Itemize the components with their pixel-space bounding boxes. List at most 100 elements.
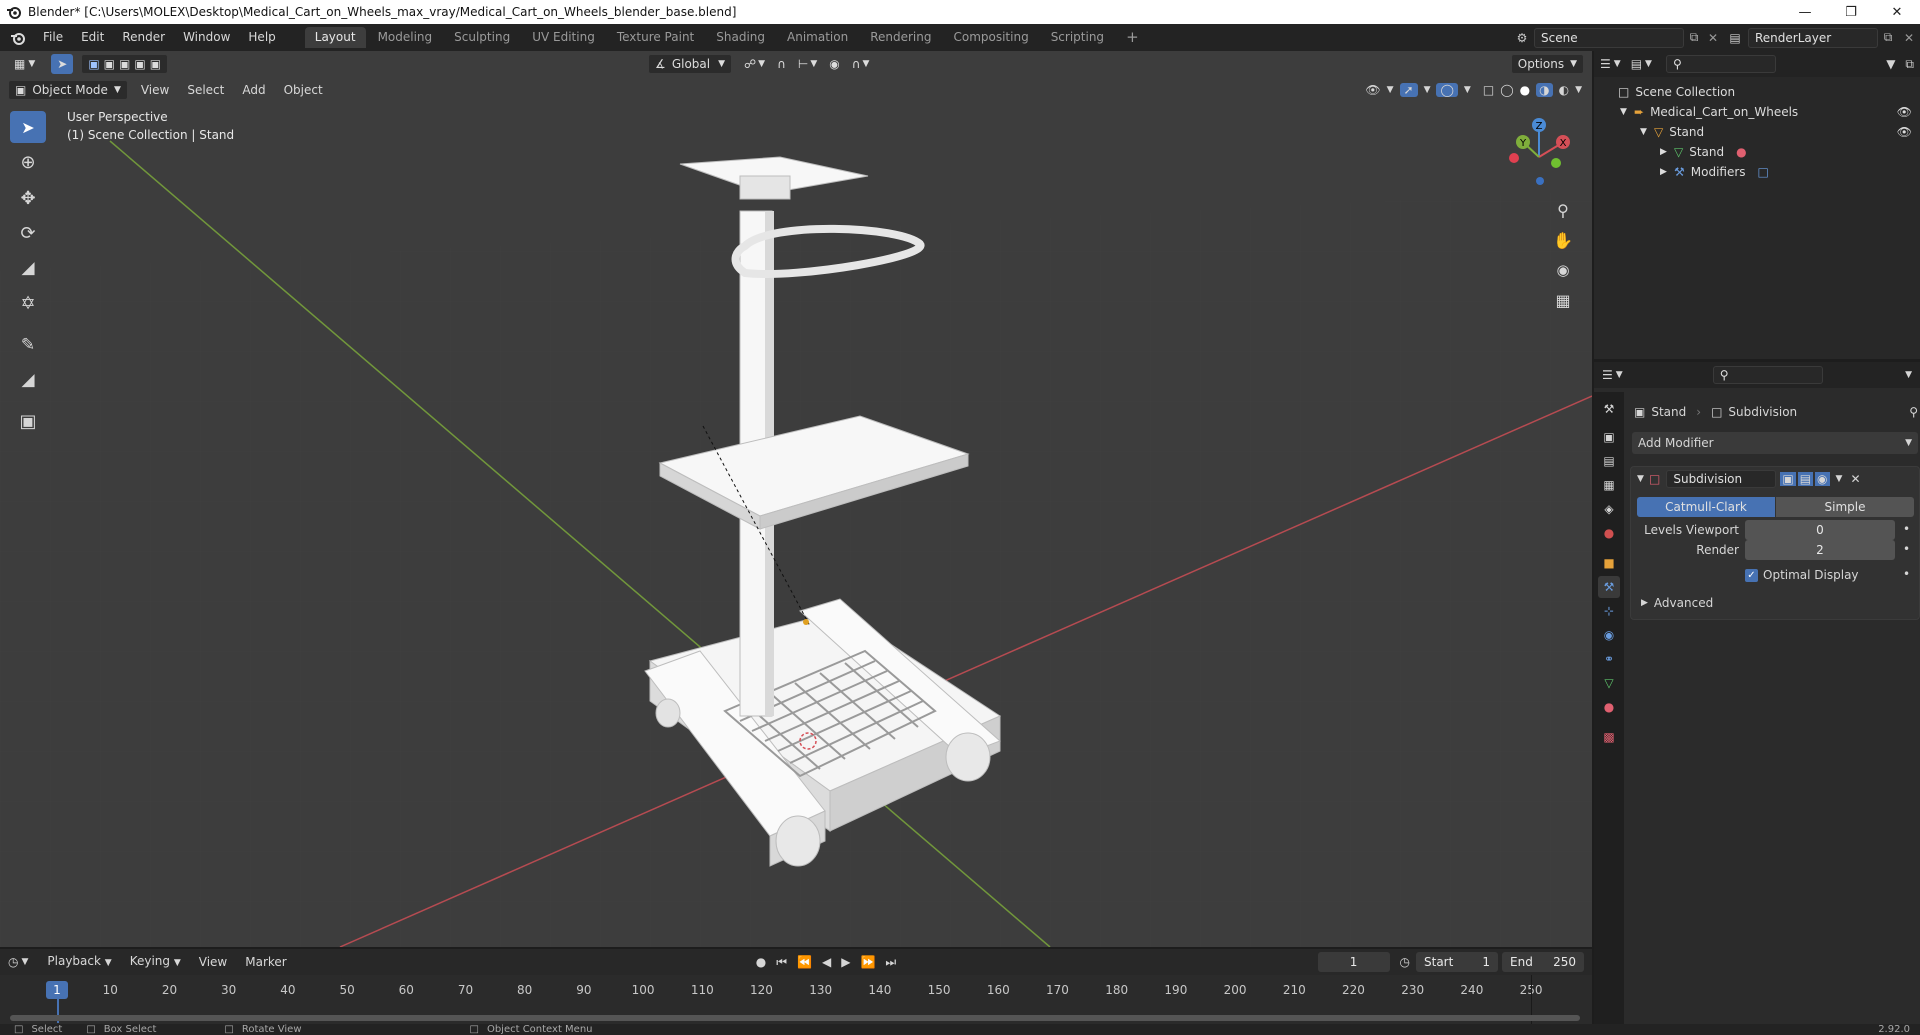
start-frame-field[interactable]: Start 1 [1416,952,1498,972]
tab-tool[interactable]: ⚒ [1598,398,1620,420]
overlays-toggle-icon[interactable]: ◯ [1436,83,1458,97]
expand-right-icon[interactable]: ▶ [1660,147,1674,157]
outliner-editor-icon[interactable]: ☰ [1600,57,1611,71]
current-frame-field[interactable]: 1 [1317,952,1390,972]
scene-field[interactable]: Scene [1534,27,1684,48]
wireframe-shading-icon[interactable]: ◯ [1500,83,1513,97]
menu-render[interactable]: Render [113,24,174,51]
timeline-scrollbar[interactable] [10,1015,1580,1021]
measure-tool[interactable]: ◢ [10,364,46,396]
tab-render[interactable]: ▣ [1598,426,1620,448]
jump-start-icon[interactable]: ⏮ [776,955,787,970]
expand-down-icon[interactable]: ▼ [1620,107,1634,117]
advanced-subpanel-toggle[interactable]: ▶ Advanced [1641,593,1713,613]
falloff-button[interactable]: ∩ ▼ [846,54,876,74]
keyframe-dot-icon[interactable]: • [1903,542,1910,556]
select-new-icon[interactable]: ▣ [88,57,99,71]
tab-physics[interactable]: ◉ [1598,624,1620,646]
3d-viewport[interactable]: ▦ ▼ ➤ ▣ ▣ ▣ ▣ ▣ ∡ Global ▼ ☍ ▼ ∩ ⊢ ▼ ◉ ∩ ▼ O… [0,51,1592,947]
proportional-edit-button[interactable]: ◉ [823,54,845,74]
timeline-editor-icon[interactable]: ◷ [8,955,18,969]
add-modifier-dropdown[interactable]: Add Modifier ▼ [1632,432,1918,454]
outliner-item-collection[interactable]: ▼ ➨ Medical_Cart_on_Wheels 👁 [1594,102,1920,122]
new-collection-icon[interactable]: ⧉ [1905,57,1914,72]
xray-toggle-icon[interactable]: □ [1483,83,1494,97]
tab-rendering[interactable]: Rendering [860,27,941,48]
properties-editor-icon[interactable]: ☰ [1602,368,1613,382]
stopwatch-icon[interactable]: ◷ [1400,955,1410,969]
delete-scene-icon[interactable]: ✕ [1704,31,1722,45]
chevron-down-icon[interactable]: ▼ [1836,474,1843,484]
navigation-gizmo[interactable]: Z X Y [1500,113,1578,195]
object-mode-dropdown[interactable]: ▣ Object Mode ▼ [8,80,128,100]
delete-layer-icon[interactable]: ✕ [1898,31,1920,45]
viewport-menu-object[interactable]: Object [275,77,332,104]
viewport-menu-select[interactable]: Select [178,77,233,104]
tab-texture[interactable]: ▩ [1598,726,1620,748]
add-cube-tool[interactable]: ▣ [10,405,46,437]
select-mode-button[interactable]: ➤ [51,54,74,74]
tab-scene[interactable]: ◈ [1598,498,1620,520]
expand-down-icon[interactable]: ▼ [1640,127,1654,137]
select-extend-icon[interactable]: ▣ [104,57,115,71]
rendered-shading-icon[interactable]: ◐ [1559,83,1569,97]
viewport-toggle-icon[interactable]: ▤ [1797,472,1814,486]
menu-edit[interactable]: Edit [72,24,113,51]
modifier-name-field[interactable]: Subdivision [1666,470,1777,488]
cursor-tool[interactable]: ⊕ [10,146,46,178]
outliner-scene-collection[interactable]: □ Scene Collection [1594,82,1920,102]
restore-button[interactable]: ❐ [1828,0,1874,24]
selection-modes[interactable]: ▣ ▣ ▣ ▣ ▣ [81,54,169,74]
new-layer-icon[interactable]: ⧉ [1878,30,1898,45]
ortho-toggle-button[interactable]: ▦ [1549,286,1577,314]
keyframe-dot-icon[interactable]: • [1903,567,1910,581]
visibility-eye-icon[interactable]: 👁 [1897,105,1912,119]
keyframe-dot-icon[interactable]: • [1903,522,1910,536]
rotate-tool[interactable]: ⟳ [10,217,46,249]
snap-target-button[interactable]: ⊢ ▼ [792,54,823,74]
outliner-item-stand-mesh[interactable]: ▶ ▽ Stand ● [1594,142,1920,162]
tab-modeling[interactable]: Modeling [368,27,443,48]
optimal-display-checkbox[interactable]: ✓ [1745,568,1758,582]
levels-viewport-field[interactable]: 0 [1745,520,1895,540]
tab-data[interactable]: ▽ [1598,672,1620,694]
play-icon[interactable]: ▶ [841,955,850,969]
pan-view-button[interactable]: ✋ [1549,226,1577,254]
timeline-menu-playback[interactable]: Playback ▼ [38,948,120,977]
catmull-clark-button[interactable]: Catmull-Clark [1637,497,1775,517]
editmode-toggle-icon[interactable]: ▣ [1780,472,1796,486]
transform-tool[interactable]: ✡ [10,287,46,319]
simple-button[interactable]: Simple [1776,497,1914,517]
tab-uv-editing[interactable]: UV Editing [522,27,605,48]
filter-icon[interactable]: ▼ [1886,57,1895,71]
scale-tool[interactable]: ◢ [10,252,46,284]
tab-object[interactable]: ■ [1598,552,1620,574]
playhead-frame-indicator[interactable]: 1 [46,981,68,999]
tab-output[interactable]: ▤ [1598,450,1620,472]
select-subtract-icon[interactable]: ▣ [119,57,130,71]
display-mode-icon[interactable]: ▤ [1631,57,1642,71]
tab-modifiers[interactable]: ⚒ [1598,576,1620,598]
options-dropdown[interactable]: Options ▼ [1510,54,1584,74]
timeline-menu-view[interactable]: View [190,949,236,976]
select-difference-icon[interactable]: ▣ [134,57,145,71]
tab-sculpting[interactable]: Sculpting [444,27,520,48]
select-box-tool[interactable]: ➤ [10,111,46,143]
properties-search-input[interactable]: ⚲ [1712,366,1823,384]
scene-icon[interactable]: ⚙ [1510,31,1534,45]
tab-animation[interactable]: Animation [777,27,858,48]
tab-shading[interactable]: Shading [706,27,775,48]
shading-options-chevron-icon[interactable]: ▼ [1575,85,1582,95]
tab-world[interactable]: ● [1598,522,1620,544]
timeline-menu-keying[interactable]: Keying ▼ [121,948,190,977]
tab-layout[interactable]: Layout [304,27,366,48]
render-layer-field[interactable]: RenderLayer [1748,27,1878,48]
menu-file[interactable]: File [34,24,72,51]
pivot-point-button[interactable]: ☍ ▼ [738,54,771,74]
editor-type-button[interactable]: ▦ ▼ [8,54,41,74]
snap-toggle-button[interactable]: ∩ [771,54,792,74]
zoom-view-button[interactable]: ⚲ [1549,196,1577,224]
outliner-item-modifiers[interactable]: ▶ ⚒ Modifiers □ [1594,162,1920,182]
gizmo-toggle-icon[interactable]: ➚ [1399,83,1418,97]
prev-keyframe-icon[interactable]: ⏪ [797,955,812,969]
